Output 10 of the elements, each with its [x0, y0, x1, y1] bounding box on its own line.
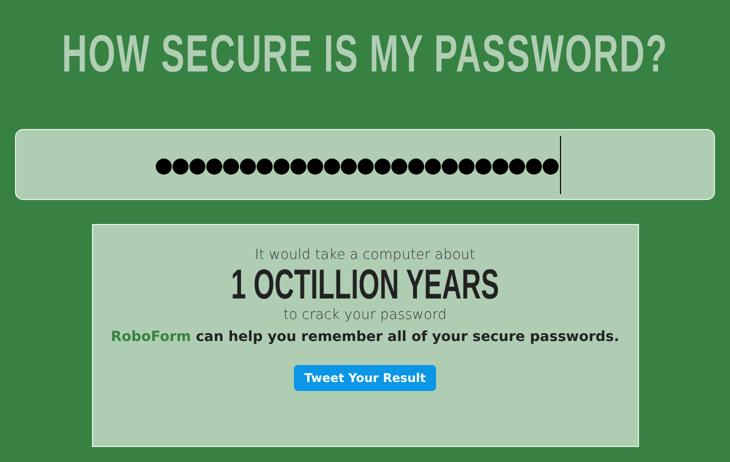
promo-link[interactable]: RoboForm — [110, 329, 191, 345]
result-intro: It would take a computer about — [254, 247, 476, 263]
text-caret — [560, 136, 562, 194]
result-outro: to crack your password — [283, 307, 447, 323]
crack-time: 1 OCTILLION YEARS — [230, 260, 500, 308]
masked-password: ●●●●●●●●●●●●●●●●●●●●●●●● — [154, 152, 558, 176]
tweet-button[interactable]: Tweet Your Result — [294, 365, 436, 391]
page-title: HOW SECURE IS MY PASSWORD? — [62, 25, 668, 85]
promo-text: RoboForm can help you remember all of your secure passwords. — [110, 329, 620, 345]
password-field[interactable]: ●●●●●●●●●●●●●●●●●●●●●●●● — [15, 129, 715, 200]
